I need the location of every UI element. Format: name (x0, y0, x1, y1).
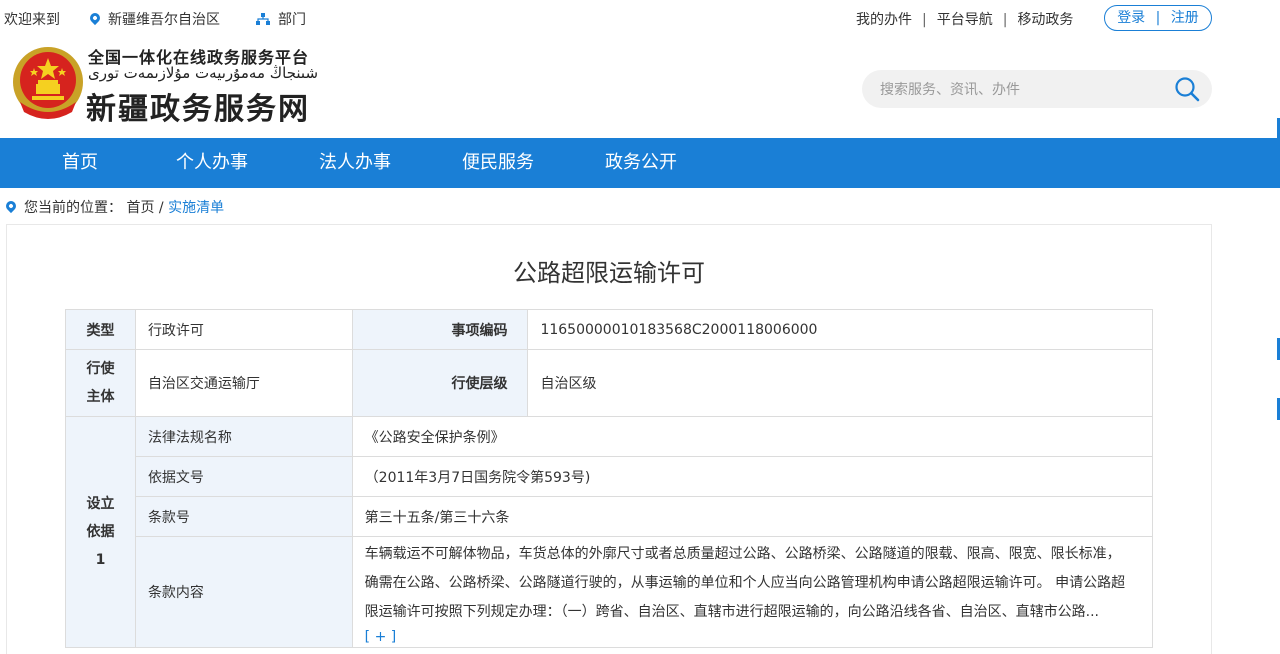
department-icon (256, 13, 270, 25)
type-value: 行政许可 (134, 309, 353, 350)
article-value: 第三十五条/第三十六条 (351, 496, 1154, 537)
breadcrumb-prefix: 您当前的位置： (24, 200, 122, 216)
department-link[interactable]: 部门 (256, 9, 306, 29)
doc-label: 依据文号 (134, 456, 353, 497)
search-box (862, 70, 1212, 108)
welcome-text: 欢迎来到 (4, 12, 60, 28)
article-label: 条款号 (134, 496, 353, 537)
location-pin-icon (3, 198, 19, 214)
content-line: 车辆载运不可解体物品，车货总体的外廓尺寸或者总质量超过公路、公路桥梁、公路隧道的… (364, 546, 1121, 562)
table-row: 类型 行政许可 事项编码 11650000010183568C200011800… (65, 309, 1153, 350)
region-label: 新疆维吾尔自治区 (108, 12, 220, 28)
region-selector[interactable]: 新疆维吾尔自治区 (87, 9, 220, 29)
law-label: 法律法规名称 (134, 416, 353, 457)
my-cases-link[interactable]: 我的办件 (856, 12, 912, 28)
content-line: 确需在公路、公路桥梁、公路隧道行驶的，从事运输的单位和个人应当向公路管理机构申请… (364, 575, 1126, 591)
site-header: 全国一体化在线政务服务平台 شىنجاڭ مەمۇرىيەت مۇلازىمەت… (0, 36, 1280, 138)
basis-label: 设立 依据 1 (65, 416, 136, 648)
subject-label-line: 主体 (86, 389, 115, 405)
divider: | (1155, 10, 1161, 26)
location-pin-icon (87, 10, 103, 26)
nav-gov-disclosure[interactable]: 政务公开 (605, 138, 677, 188)
nav-personal-affairs[interactable]: 个人办事 (176, 138, 248, 188)
divider: | (922, 12, 927, 28)
doc-value: （2011年3月7日国务院令第593号) (351, 456, 1154, 497)
breadcrumb-separator: / (154, 200, 169, 216)
subject-label: 行使 主体 (65, 349, 136, 417)
login-register-box: 登录 | 注册 (1104, 5, 1212, 31)
breadcrumb-current[interactable]: 实施清单 (168, 200, 224, 216)
search-icon[interactable] (1174, 76, 1200, 102)
basis-label-line: 依据 (86, 524, 115, 540)
code-label: 事项编码 (351, 309, 529, 350)
table-row: 条款号 第三十五条/第三十六条 (66, 496, 1154, 537)
breadcrumb: 您当前的位置： 首页 / 实施清单 (3, 197, 224, 217)
divider: | (1002, 12, 1008, 28)
table-row: 行使 主体 自治区交通运输厅 行使层级 自治区级 (65, 349, 1153, 417)
content-line: 限运输许可按照下列规定办理：（一）跨省、自治区、直辖市进行超限运输的，向公路沿线… (364, 604, 1100, 620)
expand-more-link[interactable]: [ + ] (365, 627, 1140, 647)
login-link[interactable]: 登录 (1117, 10, 1145, 26)
main-nav: 首页 个人办事 法人办事 便民服务 政务公开 (0, 138, 1280, 188)
basis-label-line: 设立 (86, 496, 115, 512)
search-input[interactable] (878, 78, 1152, 102)
type-label: 类型 (65, 309, 136, 350)
content-label: 条款内容 (134, 536, 353, 648)
table-row: 设立 依据 1 法律法规名称 《公路安全保护条例》 (65, 416, 1154, 648)
content-value: 车辆载运不可解体物品，车货总体的外廓尺寸或者总质量超过公路、公路桥梁、公路隧道的… (351, 536, 1154, 648)
uyghur-title: شىنجاڭ مەمۇرىيەت مۇلازىمەت تورى (88, 64, 319, 82)
site-title[interactable]: 新疆政务服务网 (86, 84, 310, 128)
breadcrumb-home[interactable]: 首页 (126, 200, 154, 216)
register-link[interactable]: 注册 (1171, 10, 1199, 26)
basis-label-line: 1 (95, 552, 106, 568)
content-card: 公路超限运输许可 类型 行政许可 事项编码 11650000010183568C… (6, 224, 1212, 654)
level-label: 行使层级 (351, 349, 529, 417)
department-label: 部门 (278, 12, 306, 28)
mobile-gov-link[interactable]: 移动政务 (1017, 12, 1073, 28)
national-emblem-icon[interactable] (10, 44, 86, 120)
law-value: 《公路安全保护条例》 (351, 416, 1154, 457)
table-row: 条款内容 车辆载运不可解体物品，车货总体的外廓尺寸或者总质量超过公路、公路桥梁、… (66, 536, 1154, 648)
subject-label-line: 行使 (86, 361, 115, 377)
nav-home[interactable]: 首页 (62, 138, 98, 188)
info-table: 类型 行政许可 事项编码 11650000010183568C200011800… (65, 309, 1154, 648)
level-value: 自治区级 (527, 349, 1153, 417)
subject-value: 自治区交通运输厅 (134, 349, 353, 417)
page-title: 公路超限运输许可 (513, 259, 705, 287)
code-value: 11650000010183568C2000118006000 (527, 309, 1153, 350)
table-row: 依据文号 （2011年3月7日国务院令第593号) (66, 456, 1154, 497)
platform-nav-link[interactable]: 平台导航 (937, 12, 993, 28)
nav-public-services[interactable]: 便民服务 (462, 138, 534, 188)
top-bar: 欢迎来到 新疆维吾尔自治区 部门 我的办件 | 平台导航 | 移动政务 登录 | 注册 (0, 0, 1280, 36)
nav-corporate-affairs[interactable]: 法人办事 (319, 138, 391, 188)
